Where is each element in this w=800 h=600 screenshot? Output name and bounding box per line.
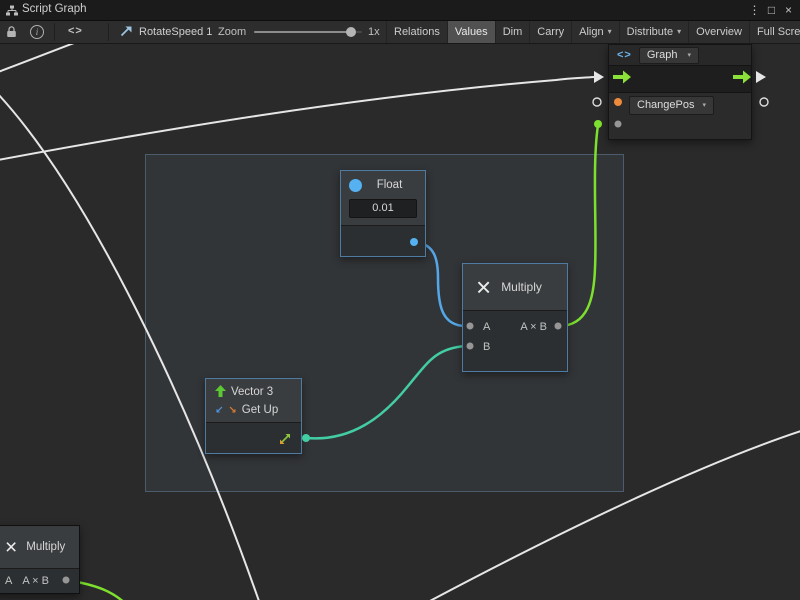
vector3-node-body bbox=[206, 422, 301, 453]
maximize-icon[interactable]: □ bbox=[763, 0, 780, 20]
vector3-title-line: Vector 3 bbox=[206, 383, 301, 401]
graph-unit-node[interactable]: <> Graph ▾ ChangePos ▾ bbox=[608, 44, 752, 140]
overview-button[interactable]: Overview bbox=[688, 21, 749, 43]
multiply-row-b: B bbox=[463, 337, 567, 357]
changepos-dropdown[interactable]: ChangePos ▾ bbox=[629, 96, 714, 115]
wire-white-topleft[interactable] bbox=[0, 44, 82, 72]
lock-icon[interactable] bbox=[6, 26, 17, 41]
close-icon[interactable]: × bbox=[780, 0, 797, 20]
code-icon: <> bbox=[617, 49, 632, 61]
relations-button[interactable]: Relations bbox=[386, 21, 447, 43]
empty-input-port[interactable] bbox=[593, 98, 601, 106]
getup-subtitle: Get Up bbox=[242, 404, 278, 416]
graph-dropdown-label: Graph bbox=[647, 49, 678, 61]
overview-label: Overview bbox=[696, 21, 742, 43]
fullscreen-button[interactable]: Full Screen bbox=[749, 21, 800, 43]
distribute-button[interactable]: Distribute▾ bbox=[619, 21, 688, 43]
chevron-down-icon: ▾ bbox=[608, 21, 612, 43]
graph-dropdown[interactable]: Graph ▾ bbox=[639, 47, 699, 64]
window-title[interactable]: Script Graph bbox=[22, 3, 87, 15]
chevron-down-icon: ▾ bbox=[703, 101, 707, 109]
dim-button[interactable]: Dim bbox=[495, 21, 530, 43]
graph-breadcrumb[interactable]: RotateSpeed 1 bbox=[120, 21, 212, 43]
toolbar-separator bbox=[54, 23, 55, 41]
graph-unit-object-row: ChangePos ▾ bbox=[609, 93, 751, 117]
values-label: Values bbox=[455, 21, 488, 43]
multiply2-node-title: Multiply bbox=[26, 541, 65, 553]
window-menu-icon[interactable]: ⋮ bbox=[746, 0, 763, 20]
multiply-node-header: × Multiply bbox=[463, 264, 567, 310]
align-label: Align bbox=[579, 21, 603, 43]
align-button[interactable]: Align▾ bbox=[571, 21, 618, 43]
changepos-wire-endpoint-port[interactable] bbox=[594, 120, 602, 128]
graph-asset-icon bbox=[120, 25, 133, 40]
multiply2-node-header: × Multiply bbox=[0, 526, 79, 568]
multiply-icon: × bbox=[5, 537, 17, 558]
empty-output-port[interactable] bbox=[760, 98, 768, 106]
float-value-field[interactable]: 0.01 bbox=[349, 199, 417, 218]
multiply-icon: × bbox=[476, 274, 491, 300]
info-icon[interactable]: i bbox=[30, 25, 44, 39]
wire-white-to-graph-input[interactable] bbox=[0, 77, 594, 160]
float-node-title: Float bbox=[362, 179, 417, 191]
flow-input-triangle[interactable] bbox=[594, 71, 604, 83]
vector3-node-header: Vector 3 ↙ ↘ Get Up bbox=[206, 379, 301, 422]
multiply2-row-a: A A × B bbox=[0, 569, 79, 593]
window-controls: ⋮ □ × bbox=[746, 0, 797, 20]
zoom-value: 1x bbox=[368, 26, 380, 38]
toolbar-separator bbox=[108, 23, 109, 41]
values-button[interactable]: Values bbox=[447, 21, 495, 43]
chevron-down-icon: ▾ bbox=[677, 21, 681, 43]
graph-toolbar: i <> RotateSpeed 1 Zoom 1x Relations Val… bbox=[0, 21, 800, 44]
graph-breadcrumb-label: RotateSpeed 1 bbox=[139, 26, 212, 38]
distribute-label: Distribute bbox=[627, 21, 673, 43]
flow-output-triangle[interactable] bbox=[756, 71, 766, 83]
zoom-slider-fill bbox=[254, 31, 352, 33]
port-a-label: A bbox=[483, 321, 490, 333]
vector3-node-title: Vector 3 bbox=[231, 386, 273, 398]
vector3-getup-node[interactable]: Vector 3 ↙ ↘ Get Up bbox=[205, 378, 302, 454]
zoom-slider[interactable] bbox=[254, 31, 362, 33]
port-result-label: A × B bbox=[22, 575, 49, 587]
chevron-down-icon: ▾ bbox=[687, 51, 691, 59]
multiply-node[interactable]: × Multiply A A × B B bbox=[462, 263, 568, 372]
multiply-node-2[interactable]: × Multiply A A × B bbox=[0, 525, 80, 594]
script-graph-window: Script Graph ⋮ □ × i <> RotateSpeed 1 bbox=[0, 0, 800, 600]
code-view-icon[interactable]: <> bbox=[68, 25, 83, 37]
port-b-label: B bbox=[483, 341, 490, 353]
carry-button[interactable]: Carry bbox=[529, 21, 571, 43]
up-arrow-icon bbox=[215, 385, 226, 400]
zoom-slider-knob[interactable] bbox=[346, 27, 356, 37]
multiply-node-title: Multiply bbox=[501, 280, 542, 294]
relations-label: Relations bbox=[394, 21, 440, 43]
graph-unit-port-row bbox=[609, 117, 751, 139]
arrow-down-left-icon: ↙ bbox=[215, 405, 223, 416]
fullscreen-label: Full Screen bbox=[757, 21, 800, 43]
graph-unit-header: <> Graph ▾ bbox=[609, 45, 751, 65]
port-a-label: A bbox=[5, 575, 12, 587]
graph-canvas[interactable]: Float 0.01 × Multiply A A × B B bbox=[0, 44, 800, 600]
float-type-icon bbox=[349, 179, 362, 192]
carry-label: Carry bbox=[537, 21, 564, 43]
changepos-dropdown-label: ChangePos bbox=[637, 99, 695, 111]
graph-unit-flow-row bbox=[609, 65, 751, 93]
graph-tab-icon bbox=[6, 4, 18, 22]
multiply-node-body: A A × B B bbox=[463, 310, 567, 371]
zoom-label: Zoom bbox=[218, 26, 246, 38]
getup-title-line: ↙ ↘ Get Up bbox=[206, 401, 301, 419]
port-result-label: A × B bbox=[520, 321, 547, 333]
view-toggle-group: Relations Values Dim Carry Align▾ Distri… bbox=[386, 21, 800, 43]
multiply2-node-body: A A × B bbox=[0, 568, 79, 593]
multiply-row-a: A A × B bbox=[463, 317, 567, 337]
float-node-header: Float bbox=[341, 171, 425, 199]
float-value-wrap: 0.01 bbox=[341, 199, 425, 225]
titlebar: Script Graph ⋮ □ × bbox=[0, 0, 800, 21]
float-node[interactable]: Float 0.01 bbox=[340, 170, 426, 257]
float-node-body bbox=[341, 225, 425, 256]
vector3-output-type-icon bbox=[279, 432, 291, 450]
dim-label: Dim bbox=[503, 21, 523, 43]
arrow-down-right-icon: ↘ bbox=[228, 405, 236, 416]
